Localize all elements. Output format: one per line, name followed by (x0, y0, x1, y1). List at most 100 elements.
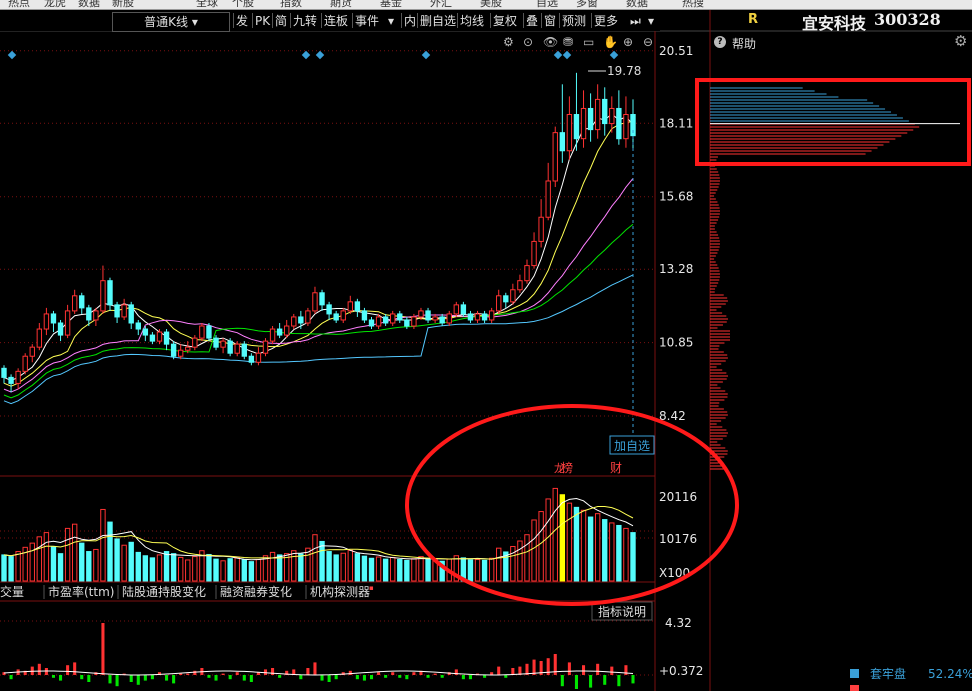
volume-bar (333, 554, 339, 582)
event-marker (553, 50, 563, 60)
toolbar-item[interactable]: 均线 (460, 12, 484, 30)
toolbar-separator (290, 13, 291, 28)
candle-body (93, 310, 99, 321)
candle-body (566, 114, 573, 152)
candle-body (573, 114, 580, 140)
toolbar-item[interactable]: PK (255, 12, 270, 30)
add-watchlist-button[interactable]: 加自选 (614, 439, 650, 453)
candle-body (375, 316, 382, 327)
volume-bar (213, 558, 219, 582)
chart-tool-icon[interactable]: ⊖ (643, 35, 653, 49)
toolbar-item[interactable]: 发 (236, 12, 248, 30)
toolbar-dropdown-icon[interactable]: ▾ (388, 12, 394, 30)
volume-bar (524, 534, 530, 582)
toolbar-separator (233, 13, 234, 28)
candle-body (128, 304, 134, 324)
candle-body (404, 319, 410, 327)
candle-body (291, 316, 297, 327)
gear-icon[interactable]: ⚙ (954, 32, 967, 50)
period-select[interactable]: 普通K线 ▾ (112, 12, 230, 32)
candle-body (22, 355, 28, 372)
candle-body (43, 313, 50, 330)
volume-bar (298, 553, 304, 582)
help-label[interactable]: 帮助 (732, 35, 756, 52)
volume-bar (382, 558, 389, 582)
toolbar-item[interactable]: 窗 (544, 12, 556, 30)
toolbar-separator (591, 13, 592, 28)
legend-swatch (850, 685, 859, 691)
toolbar-separator (417, 13, 418, 28)
chart-tool-icon[interactable]: 👁 (543, 35, 558, 49)
candle-body (79, 295, 85, 309)
volume-bar (192, 556, 198, 582)
chart-tool-icon[interactable]: ⊕ (623, 35, 633, 49)
volume-bar (418, 556, 424, 582)
volume-bar (580, 509, 587, 582)
toolbar-item[interactable]: 复权 (493, 12, 517, 30)
chart-tool-icon[interactable]: ⊙ (523, 35, 533, 49)
volume-bar (630, 532, 636, 582)
volume-bar (170, 553, 177, 582)
volume-bar (609, 522, 615, 582)
indicator-tab[interactable]: 机构探测器 (310, 584, 370, 599)
indicator-help-button[interactable]: 指标说明 (598, 604, 646, 619)
chart-tool-icon[interactable]: ⚙ (503, 35, 514, 49)
volume-bar (8, 556, 14, 582)
candle-body (510, 289, 516, 303)
volume-bar (361, 555, 368, 582)
macd-tick-label: +0.372 (659, 664, 703, 678)
toolbar-dropdown-icon[interactable]: ▾ (648, 12, 654, 30)
volume-bar (64, 527, 71, 582)
candle-body (29, 346, 35, 357)
volume-bar (375, 556, 382, 582)
candle-body (185, 346, 191, 351)
indicator-tab[interactable]: 市盈率(ttm) (48, 584, 114, 599)
volume-bar (79, 542, 85, 582)
toolbar-item[interactable]: 事件 (355, 12, 379, 30)
toolbar-item[interactable]: 简 (275, 12, 287, 30)
toolbar-item[interactable]: 九转 (293, 12, 317, 30)
toolbar-item[interactable]: 预测 (562, 12, 586, 30)
volume-bar (312, 534, 318, 582)
macd-dif-line (3, 670, 634, 676)
candle-body (326, 304, 332, 315)
volume-bar (354, 553, 361, 582)
toolbar-item[interactable]: 内 (404, 12, 416, 30)
candle-body (86, 307, 92, 321)
indicator-tab[interactable]: 融资融券变化 (220, 584, 292, 599)
candle-body (524, 265, 530, 282)
toolbar-item[interactable]: 删自选 (420, 12, 456, 30)
candle-body (305, 310, 311, 324)
volume-bar (545, 498, 551, 582)
volume-bar (71, 523, 78, 582)
toolbar-dropdown-icon[interactable]: ⏭ (630, 12, 641, 30)
volume-bar (107, 521, 113, 582)
chart-tool-icon[interactable]: ✋ (603, 35, 618, 49)
volume-bar (552, 487, 558, 582)
candle-body (298, 316, 304, 324)
volume-bar (36, 536, 43, 582)
toolbar-item[interactable]: 叠 (526, 12, 538, 30)
event-marker (609, 50, 619, 60)
high-price-label: 19.78 (607, 64, 641, 78)
candle-body (545, 180, 551, 218)
indicator-tab[interactable]: 陆股通持股变化 (122, 584, 206, 599)
legend-swatch (850, 669, 859, 678)
candle-body (262, 340, 269, 354)
help-icon[interactable]: ? (714, 36, 726, 48)
toolbar-separator (252, 13, 253, 28)
volume-bar (319, 540, 325, 582)
candle-body (15, 370, 21, 384)
volume-bar (156, 554, 163, 582)
chart-tool-icon[interactable]: ⛃ (563, 35, 573, 49)
candle-body (192, 337, 198, 348)
candle-body (64, 310, 71, 336)
volume-bar (538, 511, 544, 582)
toolbar-item[interactable]: 连板 (324, 12, 348, 30)
indicator-tab[interactable]: 成交量 (0, 584, 24, 599)
volume-bar (135, 551, 141, 582)
volume-bar (425, 557, 431, 582)
toolbar-item[interactable]: 更多 (594, 12, 618, 30)
kline-chart[interactable]: 20.5118.1115.6813.2810.858.422011610176X… (0, 0, 972, 691)
chart-tool-icon[interactable]: ▭ (583, 35, 594, 49)
